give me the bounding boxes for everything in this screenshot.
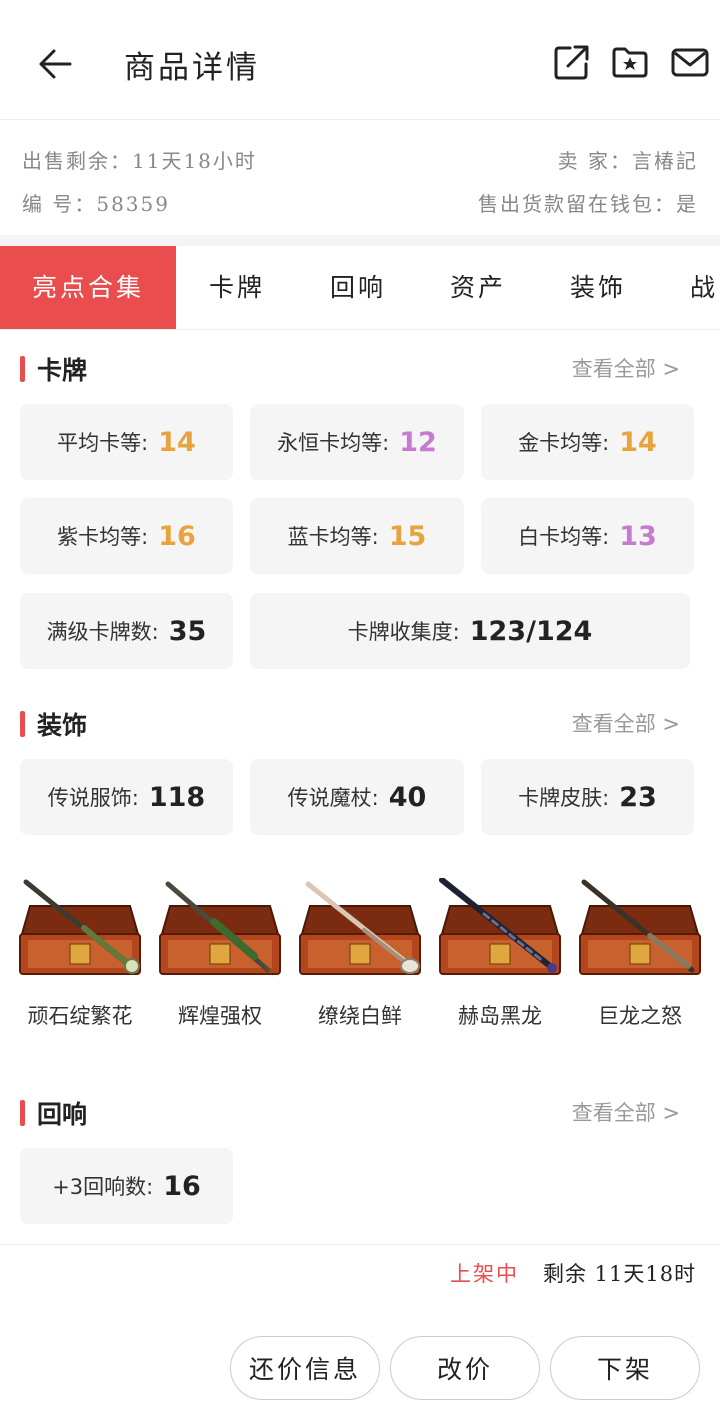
- remaining-time: 剩余 11天18时: [543, 1262, 697, 1286]
- section-accent-bar: [20, 711, 25, 737]
- stat-card: 卡牌收集度: 123/124: [250, 593, 690, 669]
- wand-item[interactable]: 缭绕白鲜: [294, 878, 426, 1028]
- wand-chest-icon: [579, 879, 701, 975]
- category-tabs: 亮点合集 卡牌 回响 资产 装饰 战: [0, 246, 720, 330]
- stat-label: 卡牌收集度:: [347, 620, 460, 644]
- view-all-link[interactable]: 查看全部 >: [572, 1097, 680, 1127]
- tab-assets[interactable]: 资产: [450, 246, 506, 329]
- stat-card: 平均卡等: 14: [20, 404, 233, 480]
- stat-value: 12: [399, 426, 437, 458]
- wand-name: 辉煌强权: [178, 1004, 262, 1028]
- stat-label: 传说服饰:: [47, 786, 139, 810]
- wand-item[interactable]: 赫岛黑龙: [434, 878, 566, 1028]
- wand-name: 缭绕白鲜: [318, 1004, 402, 1028]
- stat-value: 16: [158, 520, 196, 552]
- wand-name: 顽石绽繁花: [27, 1004, 133, 1028]
- stat-value: 16: [163, 1170, 201, 1202]
- app-header: 商品详情: [0, 0, 720, 120]
- stat-value: 14: [619, 426, 657, 458]
- stat-label: +3回响数:: [52, 1175, 154, 1199]
- stat-card: 传说服饰: 118: [20, 759, 233, 835]
- wand-chest-icon: [19, 879, 141, 975]
- stat-value: 13: [619, 520, 657, 552]
- stat-label: 蓝卡均等:: [287, 525, 379, 549]
- stat-card: 满级卡牌数: 35: [20, 593, 233, 669]
- back-arrow-icon[interactable]: [36, 44, 76, 84]
- stat-label: 传说魔杖:: [287, 786, 379, 810]
- view-all-link[interactable]: 查看全部 >: [572, 708, 680, 738]
- section-accent-bar: [20, 1100, 25, 1126]
- seller-text: 卖 家：言椿記: [557, 149, 698, 173]
- stat-card: +3回响数: 16: [20, 1148, 233, 1224]
- stat-card: 紫卡均等: 16: [20, 498, 233, 574]
- section-divider: [0, 235, 720, 246]
- stat-value: 14: [158, 426, 196, 458]
- wallet-setting-text: 售出货款留在钱包：是: [478, 192, 698, 216]
- stat-card: 永恒卡均等: 12: [250, 404, 464, 480]
- stat-label: 紫卡均等:: [57, 525, 149, 549]
- delist-button[interactable]: 下架: [550, 1336, 700, 1400]
- tab-battle[interactable]: 战: [690, 246, 718, 329]
- wand-item[interactable]: 辉煌强权: [154, 878, 286, 1028]
- stat-card: 卡牌皮肤: 23: [481, 759, 694, 835]
- stat-label: 永恒卡均等:: [277, 431, 390, 455]
- stat-value: 15: [388, 520, 427, 552]
- section-header-cards: 卡牌 查看全部 >: [0, 349, 720, 389]
- stat-label: 白卡均等:: [518, 525, 610, 549]
- stat-card: 金卡均等: 14: [481, 404, 694, 480]
- tab-decor[interactable]: 装饰: [570, 246, 626, 329]
- stat-label: 卡牌皮肤:: [518, 786, 610, 810]
- stat-card: 蓝卡均等: 15: [250, 498, 464, 574]
- wand-chest-icon: [439, 878, 561, 975]
- wand-chest-icon: [299, 881, 421, 975]
- listing-number-text: 编 号：58359: [22, 192, 170, 216]
- stat-label: 满级卡牌数:: [46, 620, 159, 644]
- section-title: 卡牌: [37, 356, 88, 385]
- listing-status: 上架中: [450, 1262, 519, 1286]
- stat-value: 35: [168, 615, 207, 647]
- stat-label: 平均卡等:: [57, 431, 149, 455]
- section-title: 装饰: [37, 711, 88, 740]
- stat-value: 40: [388, 781, 427, 813]
- wand-name: 巨龙之怒: [598, 1004, 682, 1028]
- listing-info: 出售剩余：11天18小时 卖 家：言椿記 编 号：58359 售出货款留在钱包：…: [0, 121, 720, 235]
- stat-value: 123/124: [469, 615, 593, 647]
- sale-remaining-text: 出售剩余：11天18小时: [22, 149, 257, 173]
- section-header-echo: 回响 查看全部 >: [0, 1093, 720, 1133]
- view-all-link[interactable]: 查看全部 >: [572, 353, 680, 383]
- tab-cards[interactable]: 卡牌: [209, 246, 265, 329]
- wand-item[interactable]: 巨龙之怒: [574, 878, 706, 1028]
- stat-label: 金卡均等:: [518, 431, 610, 455]
- stat-card: 白卡均等: 13: [481, 498, 694, 574]
- wand-item[interactable]: 顽石绽繁花: [14, 878, 146, 1028]
- wand-chest-icon: [159, 881, 281, 978]
- section-accent-bar: [20, 356, 25, 382]
- tab-echo[interactable]: 回响: [330, 246, 386, 329]
- mail-icon[interactable]: [670, 42, 710, 82]
- section-title: 回响: [37, 1100, 88, 1129]
- page-title: 商品详情: [124, 50, 260, 86]
- stat-value: 23: [619, 781, 657, 813]
- tab-highlights[interactable]: 亮点合集: [0, 246, 176, 329]
- share-icon[interactable]: [552, 42, 592, 82]
- stat-card: 传说魔杖: 40: [250, 759, 464, 835]
- wand-name: 赫岛黑龙: [458, 1004, 542, 1028]
- change-price-button[interactable]: 改价: [390, 1336, 540, 1400]
- counter-offer-button[interactable]: 还价信息: [230, 1336, 380, 1400]
- favorite-folder-icon[interactable]: [610, 42, 650, 82]
- section-header-decor: 装饰 查看全部 >: [0, 704, 720, 744]
- stat-value: 118: [148, 781, 206, 813]
